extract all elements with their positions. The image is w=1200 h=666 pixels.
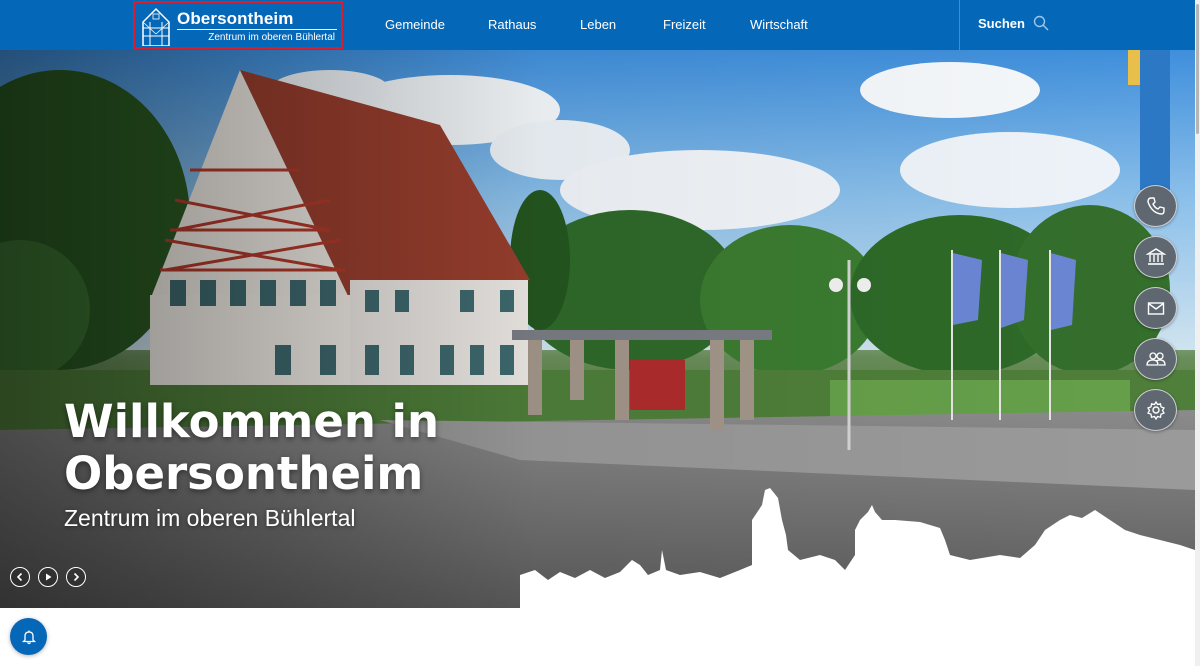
nav-item-gemeinde[interactable]: Gemeinde	[385, 17, 445, 32]
phone-icon	[1146, 197, 1165, 215]
gear-icon	[1146, 400, 1165, 420]
slider-next-button[interactable]	[66, 567, 86, 587]
quick-link-phone[interactable]	[1134, 185, 1177, 227]
bell-icon	[21, 630, 36, 644]
logo-tagline: Zentrum im oberen Bühlertal	[208, 32, 335, 43]
play-icon	[46, 573, 52, 581]
chevron-right-icon	[73, 572, 80, 582]
quick-links	[1134, 185, 1177, 431]
people-icon	[1145, 352, 1166, 366]
quick-link-mail[interactable]	[1134, 287, 1177, 329]
site-logo-link[interactable]: Obersontheim Zentrum im oberen Bühlertal	[133, 1, 343, 49]
logo-name: Obersontheim	[177, 9, 294, 28]
site-header: Obersontheim Zentrum im oberen Bühlertal…	[0, 0, 1195, 50]
hero-slider: Willkommen in Obersontheim Zentrum im ob…	[0, 50, 1195, 608]
slider-controls	[10, 567, 86, 587]
nav-item-rathaus[interactable]: Rathaus	[488, 17, 536, 32]
search-label: Suchen	[978, 15, 1025, 31]
hero-title: Willkommen in Obersontheim	[64, 395, 440, 500]
quick-link-town-hall[interactable]	[1134, 236, 1177, 278]
page-scrollbar[interactable]	[1195, 0, 1200, 666]
town-hall-icon	[1145, 248, 1166, 265]
notification-button[interactable]	[10, 618, 47, 655]
quick-link-people[interactable]	[1134, 338, 1177, 380]
nav-item-wirtschaft[interactable]: Wirtschaft	[750, 17, 808, 32]
slider-prev-button[interactable]	[10, 567, 30, 587]
search-button[interactable]: Suchen	[978, 15, 1049, 31]
header-divider	[959, 0, 960, 50]
search-icon	[1033, 15, 1049, 31]
hero-subtitle: Zentrum im oberen Bühlertal	[64, 505, 356, 531]
nav-item-leben[interactable]: Leben	[580, 17, 616, 32]
mail-icon	[1147, 302, 1164, 315]
slider-play-button[interactable]	[38, 567, 58, 587]
town-emblem-icon	[142, 7, 170, 46]
chevron-left-icon	[16, 572, 23, 582]
quick-link-settings[interactable]	[1134, 389, 1177, 431]
scrollbar-thumb[interactable]	[1196, 4, 1199, 134]
nav-item-freizeit[interactable]: Freizeit	[663, 17, 706, 32]
logo-rule	[177, 29, 337, 30]
